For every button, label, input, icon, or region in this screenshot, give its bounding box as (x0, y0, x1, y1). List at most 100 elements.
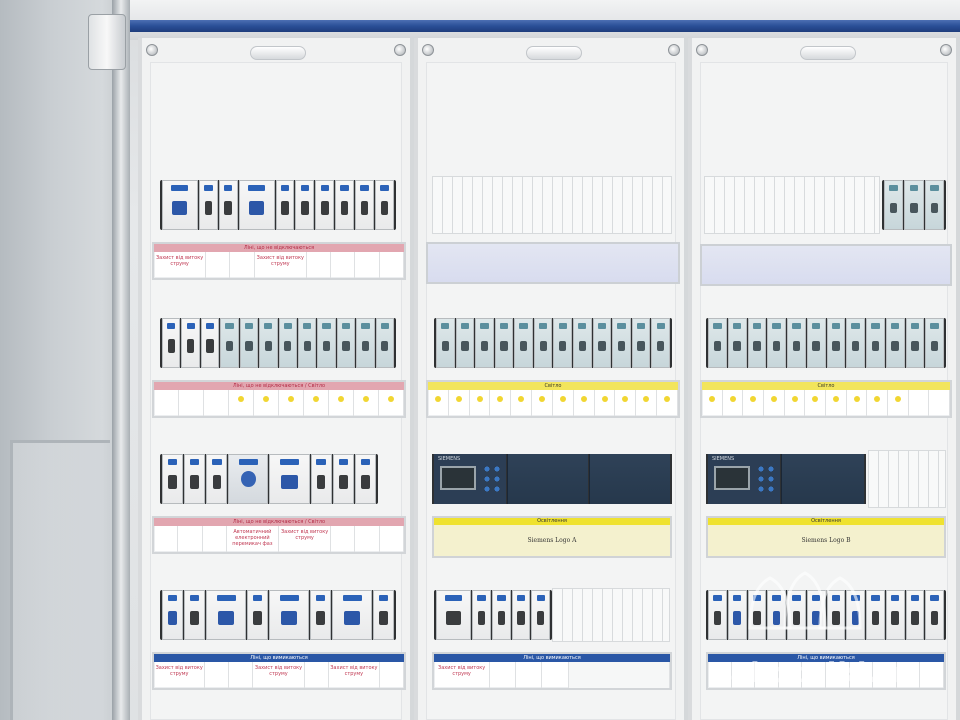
breaker-module (533, 318, 553, 368)
breaker-module (826, 318, 846, 368)
breaker-module (455, 318, 475, 368)
bulb-icon (750, 396, 757, 402)
breaker-module (269, 590, 309, 640)
breaker-module (278, 318, 297, 368)
strip-cell (764, 390, 785, 416)
breaker-module (436, 590, 472, 640)
breaker-rail (160, 454, 378, 504)
breaker-module (475, 318, 494, 368)
strip-cell: Захист від витоку струму (154, 252, 207, 278)
panel-column-2: Світло SIEMENS Освітлення Siemens Logo A… (414, 38, 688, 720)
bulb-icon (455, 396, 462, 402)
relay-module (228, 454, 269, 504)
breaker-module (295, 180, 315, 230)
bulb-icon (434, 396, 441, 402)
breaker-module (492, 590, 511, 640)
breaker-rail (434, 318, 672, 368)
label-strip: Ліні, що не відключаються Захист від вит… (152, 242, 406, 280)
breaker-rail (160, 180, 396, 230)
strip-cell (542, 662, 569, 688)
strip-cell (636, 390, 658, 416)
breaker-module (332, 454, 354, 504)
breaker-module (925, 318, 944, 368)
strip-cell: Автоматичний електронний перемикач фаз (227, 526, 279, 552)
strip-cell: Захист від витоку струму (154, 662, 206, 688)
cabinet-door (0, 0, 128, 720)
panel-handle (526, 46, 582, 60)
bulb-icon (664, 396, 671, 402)
yellow-label-text: Siemens Logo A (527, 537, 577, 544)
strip-cell (331, 526, 356, 552)
breaker-module (806, 318, 826, 368)
strip-cell: Захист від витоку струму (279, 526, 332, 552)
breaker-module (884, 180, 904, 230)
blank-cover (868, 450, 946, 508)
keypad-icon (482, 464, 502, 494)
strip-cell: Захист від витоку струму (434, 662, 491, 688)
breaker-module (238, 180, 275, 230)
strip-cell (205, 662, 230, 688)
bulb-icon (580, 396, 587, 402)
strip-cell (532, 390, 553, 416)
strip-cell (355, 252, 380, 278)
breaker-module (708, 590, 727, 640)
door-hinge (88, 14, 126, 70)
breaker-module (375, 180, 395, 230)
strip-cell (516, 662, 543, 688)
screw (668, 44, 680, 56)
strip-cell (380, 662, 404, 688)
breaker-module (162, 180, 198, 230)
breaker-module (767, 318, 786, 368)
strip-title: Ліні, що не відключаються / Світло (154, 382, 404, 390)
bulb-icon (832, 396, 839, 402)
logo-expansion (507, 454, 588, 504)
lcd-screen (714, 466, 750, 490)
bulb-icon (497, 396, 504, 402)
breaker-module (904, 180, 924, 230)
strip-cell: Захист від витоку струму (329, 662, 381, 688)
strip-cell (229, 390, 254, 416)
bulb-icon (238, 396, 244, 402)
strip-cell (307, 252, 332, 278)
label-strip: Ліні, що вимикаються Захист від витоку с… (152, 652, 406, 690)
breaker-module (373, 590, 394, 640)
strip-cell (380, 526, 404, 552)
strip-cell (355, 526, 380, 552)
breaker-module (335, 180, 355, 230)
strip-cell (354, 390, 379, 416)
bulb-icon (601, 396, 608, 402)
strip-cell (179, 390, 204, 416)
breaker-module (310, 590, 331, 640)
strip-cell (929, 390, 950, 416)
bulb-icon (708, 396, 715, 402)
strip-cell (511, 390, 533, 416)
breaker-module (184, 590, 205, 640)
screw (940, 44, 952, 56)
breaker-module (925, 590, 944, 640)
strip-cell (154, 526, 179, 552)
bulb-icon (338, 396, 344, 402)
breaker-module (747, 318, 767, 368)
breaker-rail (160, 590, 396, 640)
strip-cell (380, 252, 404, 278)
breaker-module (310, 454, 332, 504)
label-strip: Світло (700, 380, 952, 418)
strip-title: Ліні, що вимикаються (154, 654, 404, 662)
bulb-icon (518, 396, 525, 402)
blank-cover (552, 588, 670, 642)
plc-rail: SIEMENS (432, 454, 672, 504)
breaker-module (355, 180, 375, 230)
strip-cell (826, 390, 847, 416)
strip-cell (329, 390, 354, 416)
breaker-rail (434, 590, 552, 640)
breaker-module (356, 318, 375, 368)
yellow-label-text: Siemens Logo B (801, 537, 851, 544)
breaker-module (259, 318, 278, 368)
breaker-module (708, 318, 727, 368)
breaker-module (269, 454, 310, 504)
breaker-module (885, 590, 905, 640)
breaker-module (846, 318, 865, 368)
strip-cell (428, 390, 449, 416)
strip-cell (449, 390, 470, 416)
strip-cell (574, 390, 595, 416)
